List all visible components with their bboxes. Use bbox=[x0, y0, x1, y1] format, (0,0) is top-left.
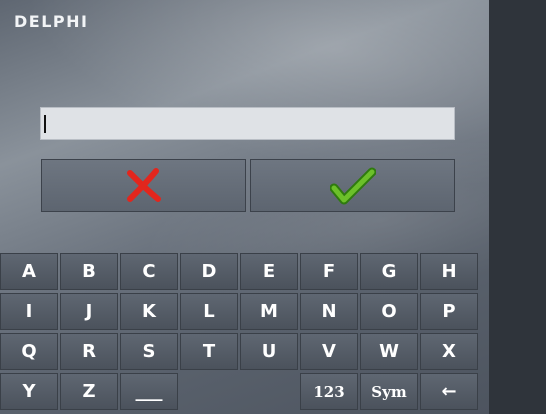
key-w[interactable]: W bbox=[360, 333, 418, 370]
cancel-button[interactable] bbox=[41, 159, 246, 212]
backspace-icon: ← bbox=[441, 381, 457, 402]
key-s[interactable]: S bbox=[120, 333, 178, 370]
key-o[interactable]: O bbox=[360, 293, 418, 330]
key-empty-2 bbox=[240, 373, 298, 410]
on-screen-keyboard: A B C D E F G H I J K L M N O P Q R S T … bbox=[0, 253, 489, 414]
confirm-button[interactable] bbox=[250, 159, 455, 212]
key-g[interactable]: G bbox=[360, 253, 418, 290]
key-row-4: Y Z ___ 123 Sym ← bbox=[0, 373, 480, 410]
check-icon bbox=[329, 167, 376, 204]
key-backspace[interactable]: ← bbox=[420, 373, 478, 410]
app-screen: DELPHI A B C D E F G H I J K L M N O P Q… bbox=[0, 0, 489, 414]
key-p[interactable]: P bbox=[420, 293, 478, 330]
brand-logo: DELPHI bbox=[14, 12, 89, 31]
text-input[interactable] bbox=[40, 107, 455, 140]
key-i[interactable]: I bbox=[0, 293, 58, 330]
key-row-3: Q R S T U V W X bbox=[0, 333, 480, 370]
right-edge-panel bbox=[489, 0, 546, 414]
key-h[interactable]: H bbox=[420, 253, 478, 290]
key-v[interactable]: V bbox=[300, 333, 358, 370]
key-x[interactable]: X bbox=[420, 333, 478, 370]
key-row-1: A B C D E F G H bbox=[0, 253, 480, 290]
key-a[interactable]: A bbox=[0, 253, 58, 290]
key-b[interactable]: B bbox=[60, 253, 118, 290]
x-icon bbox=[126, 167, 161, 202]
key-t[interactable]: T bbox=[180, 333, 238, 370]
key-e[interactable]: E bbox=[240, 253, 298, 290]
key-k[interactable]: K bbox=[120, 293, 178, 330]
key-numbers[interactable]: 123 bbox=[300, 373, 358, 410]
key-empty-1 bbox=[180, 373, 238, 410]
key-l[interactable]: L bbox=[180, 293, 238, 330]
text-caret bbox=[44, 115, 46, 134]
key-row-2: I J K L M N O P bbox=[0, 293, 480, 330]
key-d[interactable]: D bbox=[180, 253, 238, 290]
key-n[interactable]: N bbox=[300, 293, 358, 330]
key-q[interactable]: Q bbox=[0, 333, 58, 370]
key-j[interactable]: J bbox=[60, 293, 118, 330]
key-m[interactable]: M bbox=[240, 293, 298, 330]
key-r[interactable]: R bbox=[60, 333, 118, 370]
key-f[interactable]: F bbox=[300, 253, 358, 290]
key-symbols[interactable]: Sym bbox=[360, 373, 418, 410]
key-c[interactable]: C bbox=[120, 253, 178, 290]
key-z[interactable]: Z bbox=[60, 373, 118, 410]
key-space[interactable]: ___ bbox=[120, 373, 178, 410]
key-y[interactable]: Y bbox=[0, 373, 58, 410]
key-u[interactable]: U bbox=[240, 333, 298, 370]
